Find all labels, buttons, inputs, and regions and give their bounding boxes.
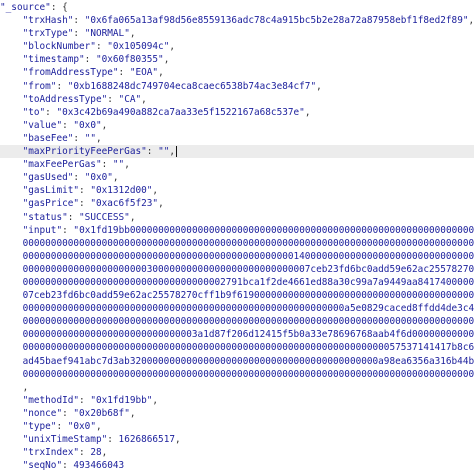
- json-value: "0x0": [73, 119, 102, 131]
- json-value: "0x60f80355": [95, 54, 164, 66]
- json-value: 28: [90, 447, 102, 459]
- json-field-line: "unixTimeStamp": 1626866517,: [22, 434, 181, 446]
- input-value-line: 0000000000000000000000000000000000000000…: [0, 237, 474, 250]
- json-value: 1626866517: [118, 434, 175, 446]
- input-hex-chunk: 0000000000000000000000000000000000000000…: [22, 250, 474, 262]
- json-value: 493466043: [73, 460, 125, 472]
- json-field-line: "maxFeePerGas": "",: [22, 159, 130, 171]
- comma-line: ,: [0, 381, 29, 393]
- json-field-line: "maxPriorityFeePerGas": "",: [0, 145, 474, 159]
- json-key: "type": [22, 421, 57, 432]
- json-value: "0x6fa065a13af98d56e8559136adc78c4a915bc…: [84, 15, 469, 27]
- json-key: "timestamp": [22, 54, 85, 66]
- input-value-line: 0000000000000000000000000000000000000000…: [0, 302, 474, 315]
- json-field-line: "trxType": "NORMAL",: [22, 28, 136, 40]
- json-field-line: "trxIndex": 28,: [22, 447, 108, 459]
- input-hex-chunk: 0000000000000000000000000000000000000000…: [22, 303, 474, 315]
- input-value-line: ad45baef941abc7d3ab320000000000000000000…: [0, 355, 474, 368]
- input-line: "input": "0x1fd19bb000000000000000000000…: [0, 224, 474, 237]
- json-key: "methodId": [22, 394, 80, 406]
- input-value-line: 0000000000000000000000000000000000000000…: [0, 315, 474, 328]
- json-key: "from": [22, 80, 57, 92]
- json-value: "0x3c42b69a490a882ca7aa33e5f1522167a68c5…: [56, 106, 305, 118]
- input-value-line: 0000000000000000000000000000003a1d87f206…: [0, 328, 474, 341]
- json-field-line: "gasLimit": "0x1312d00",: [22, 185, 159, 197]
- input-continuation: 0000000000000000000000000000000000000000…: [0, 237, 474, 381]
- input-value-line: 0000000000000000000000000000000000000000…: [0, 250, 474, 263]
- json-value: "0x1312d00": [90, 185, 153, 197]
- json-key: "maxPriorityFeePerGas": [22, 146, 147, 158]
- json-key: "nonce": [22, 407, 63, 419]
- json-value: "0x0": [67, 421, 96, 432]
- json-field-line: "gasUsed": "0x0",: [22, 172, 119, 184]
- input-hex-chunk: 07ceb23fd6bc0add59e62ac25578270cff1b9f61…: [22, 290, 474, 302]
- json-value: "": [84, 132, 96, 144]
- input-hex-chunk: 0000000000000000000000000000000000000000…: [22, 316, 474, 328]
- json-field-line: "fromAddressType": "EOA",: [22, 67, 164, 79]
- json-key: "unixTimeStamp": [22, 434, 108, 446]
- json-field-line: "from": "0xb1688248dc749704eca8caec6538b…: [22, 80, 322, 92]
- json-key: "gasUsed": [22, 172, 74, 184]
- json-value: "0xac6f5f23": [90, 198, 159, 210]
- input-key: input: [28, 224, 57, 236]
- input-value-line: 000000000000000000000000000000000002791b…: [0, 276, 474, 289]
- input-hex-chunk: ad45baef941abc7d3ab320000000000000000000…: [22, 355, 474, 367]
- json-key: "toAddressType": [22, 93, 108, 105]
- input-hex-chunk: 0000000000000000000000000000000000000000…: [22, 368, 474, 380]
- text-cursor: [176, 146, 178, 158]
- json-field-line: "value": "0x0",: [22, 119, 108, 131]
- json-field-line: "toAddressType": "CA",: [22, 93, 147, 105]
- json-key: "fromAddressType": [22, 67, 119, 79]
- json-value: "0x20b68f": [73, 407, 130, 419]
- json-value: "0xb1688248dc749704eca8caec6538b74ac3e84…: [67, 80, 317, 92]
- json-field-line: "type": "0x0",: [22, 421, 102, 432]
- json-field-line: "gasPrice": "0xac6f5f23",: [22, 198, 164, 210]
- input-value-line: 0000000000000000000000000000000000000000…: [0, 368, 474, 381]
- json-key: "value": [22, 119, 63, 131]
- json-field-line: "timestamp": "0x60f80355",: [22, 54, 170, 66]
- json-field-line: "nonce": "0x20b68f",: [22, 407, 136, 419]
- input-hex-chunk: 0000000000000000000000000000000000000000…: [22, 237, 474, 249]
- json-field-line: "status": "SUCCESS",: [22, 211, 136, 223]
- tail-field-list: "methodId": "0x1fd19bb", "nonce": "0x20b…: [0, 394, 474, 472]
- json-value: "EOA": [129, 67, 159, 79]
- input-value-first: "0x1fd19bb000000000000000000000000000000…: [73, 224, 474, 236]
- json-field-line: "seqNo": 493466043: [22, 460, 125, 472]
- json-key: "seqNo": [22, 460, 63, 472]
- source-key: "_source": [0, 2, 51, 13]
- json-key: "blockNumber": [22, 41, 96, 53]
- json-field-line: "baseFee": "",: [22, 132, 102, 144]
- input-value-line: 0000000000000000000000000000000000000000…: [0, 341, 474, 354]
- json-key: "gasLimit": [22, 185, 80, 197]
- input-hex-chunk: 0000000000000000000000300000000000000000…: [22, 263, 474, 275]
- input-value-line: 0000000000000000000000300000000000000000…: [0, 263, 474, 276]
- input-value-line: 07ceb23fd6bc0add59e62ac25578270cff1b9f61…: [0, 289, 474, 302]
- json-key: "baseFee": [22, 132, 74, 144]
- json-value: "SUCCESS": [79, 211, 130, 223]
- json-value: "CA": [118, 93, 142, 105]
- json-value: "0x1fd19bb": [90, 394, 153, 406]
- json-field-line: "trxHash": "0x6fa065a13af98d56e8559136ad…: [22, 15, 474, 27]
- json-key: "trxType": [22, 28, 74, 40]
- json-value: "NORMAL": [84, 28, 130, 40]
- json-key: "maxFeePerGas": [22, 159, 102, 171]
- input-hex-chunk: 000000000000000000000000000000000002791b…: [22, 276, 474, 288]
- input-hex-chunk: 0000000000000000000000000000003a1d87f206…: [22, 329, 474, 341]
- json-key: "status": [22, 211, 68, 223]
- json-value: "": [158, 146, 170, 158]
- source-open-line: "_source": {: [0, 2, 68, 13]
- field-list: "trxHash": "0x6fa065a13af98d56e8559136ad…: [0, 14, 474, 224]
- json-value: "0x0": [84, 172, 113, 184]
- json-key: "to": [22, 106, 46, 118]
- json-field-line: "blockNumber": "0x105094c",: [22, 41, 175, 53]
- json-value: "0x105094c": [107, 41, 170, 53]
- json-key: "trxIndex": [22, 447, 80, 459]
- json-field-line: "to": "0x3c42b69a490a882ca7aa33e5f152216…: [22, 106, 311, 118]
- json-value: "": [112, 159, 125, 171]
- json-key: "gasPrice": [22, 198, 80, 210]
- json-key: "trxHash": [22, 15, 74, 27]
- json-field-line: "methodId": "0x1fd19bb",: [22, 394, 159, 406]
- input-hex-chunk: 0000000000000000000000000000000000000000…: [22, 342, 474, 354]
- json-viewer[interactable]: "_source": { "trxHash": "0x6fa065a13af98…: [0, 0, 474, 471]
